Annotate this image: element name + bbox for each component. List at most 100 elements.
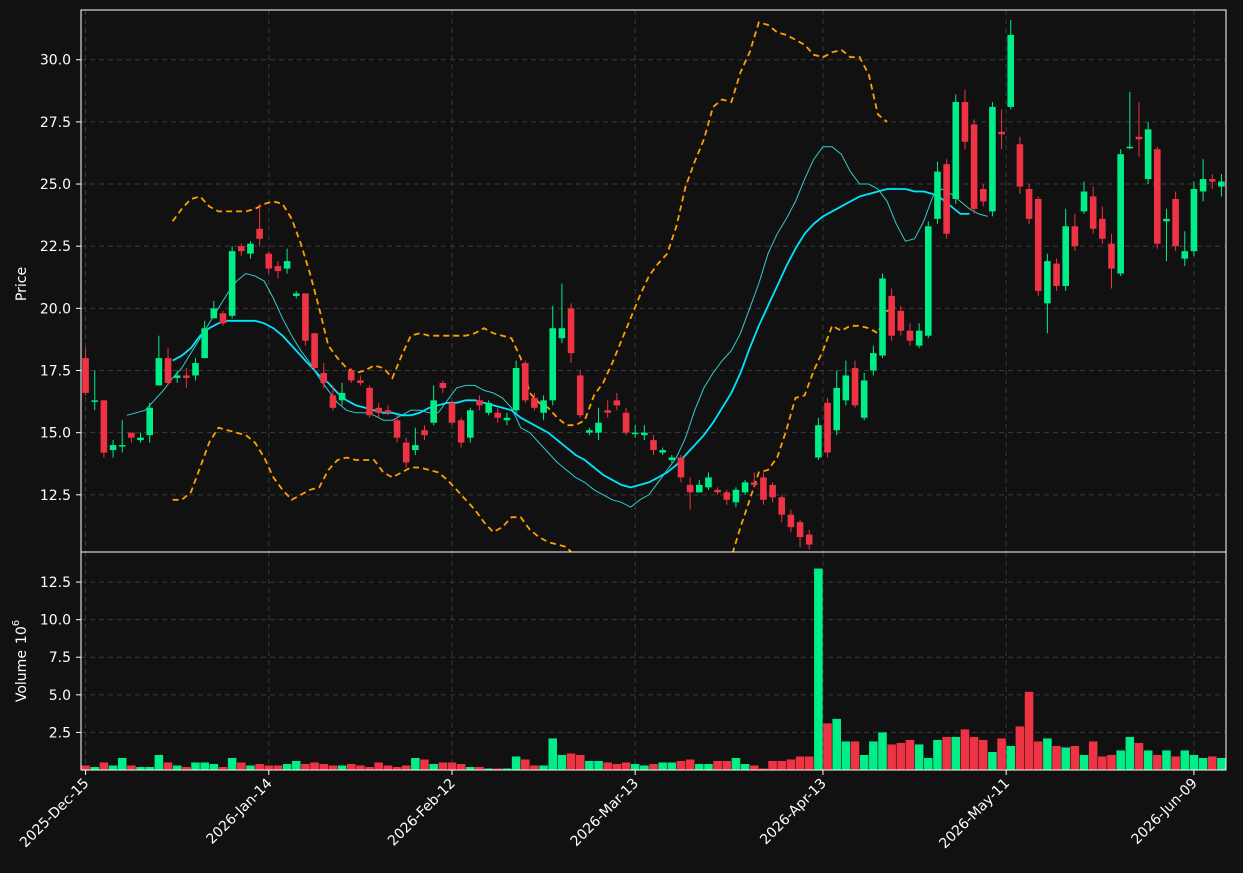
candle (943, 159, 950, 239)
volume-bar (200, 762, 209, 770)
candle-body (128, 432, 135, 438)
volume-bar (695, 763, 704, 770)
volume-bar (814, 568, 823, 770)
candle (888, 288, 895, 341)
volume-bar (960, 729, 970, 770)
volume-tick-label: 12.5 (40, 575, 71, 591)
candle (302, 293, 309, 346)
candle-body (118, 445, 126, 447)
volume-bar (1088, 741, 1098, 770)
candle-body (805, 534, 813, 545)
candle (366, 385, 373, 418)
price-tick-label: 27.5 (40, 115, 71, 131)
candle-body (943, 164, 950, 234)
candle-body (1199, 179, 1207, 192)
volume-bar (1116, 750, 1125, 770)
candle-body (1108, 243, 1115, 269)
candle-body (439, 382, 447, 388)
candle-body (201, 328, 208, 359)
candle-body (1099, 218, 1106, 239)
candle (576, 370, 584, 418)
candle-body (549, 328, 557, 401)
candle-body (457, 420, 465, 443)
price-axis-title: Price (14, 267, 30, 301)
candle-body (604, 410, 611, 413)
candle (1117, 149, 1124, 277)
candle-body (183, 375, 190, 378)
candle (1025, 184, 1033, 224)
volume-bar (685, 759, 695, 770)
volume-bar (1134, 742, 1144, 770)
candle (448, 400, 456, 426)
volume-bar (520, 759, 530, 770)
candle-body (302, 293, 309, 341)
volume-bar (887, 744, 896, 770)
candle (467, 407, 474, 443)
candle (1034, 196, 1042, 296)
candle (521, 360, 529, 403)
volume-bar (191, 762, 200, 770)
candle-body (91, 400, 99, 402)
volume-bar (447, 762, 457, 770)
volume-tick-label: 5.0 (49, 688, 71, 704)
volume-bar (978, 739, 988, 770)
candle (970, 119, 978, 214)
volume-bar (246, 765, 255, 770)
volume-bar (1107, 754, 1116, 770)
candle-body (879, 278, 886, 356)
volume-bar (530, 765, 539, 770)
candle-body (1117, 154, 1124, 274)
volume-bar (594, 760, 603, 770)
volume-bar (291, 760, 301, 770)
candle-body (494, 412, 502, 418)
candle-body (1126, 146, 1134, 149)
candle-body (824, 402, 831, 453)
candle-body (979, 189, 987, 202)
price-tick-label: 17.5 (40, 364, 71, 380)
candle-body (714, 489, 721, 493)
candle-body (531, 397, 538, 408)
candle-body (329, 395, 337, 408)
candle-body (576, 375, 584, 416)
volume-bar (731, 757, 741, 770)
candle-body (778, 497, 786, 515)
volume-bar (264, 765, 274, 770)
candle-body (155, 358, 163, 386)
volume-bar (237, 762, 246, 770)
candle-body (82, 358, 89, 393)
volume-bar (420, 759, 429, 770)
volume-axis-exponent-base: 10 (14, 626, 30, 644)
volume-bar (356, 765, 365, 770)
volume-bar (612, 763, 622, 770)
volume-bar (768, 760, 777, 770)
volume-bar (713, 760, 722, 770)
candle-body (164, 358, 172, 383)
volume-axis-label: Volume (14, 650, 30, 702)
candle-body (137, 437, 144, 441)
volume-bar (163, 762, 173, 770)
volume-tick-label: 7.5 (49, 650, 71, 666)
candle-body (750, 482, 758, 485)
candle-body (1163, 218, 1170, 222)
candle-body (421, 430, 428, 436)
candle-body (384, 410, 392, 413)
volume-bar (869, 741, 878, 770)
volume-bar (933, 739, 942, 770)
volume-bar (209, 763, 219, 770)
volume-bar (997, 738, 1006, 770)
candle-body (842, 375, 850, 401)
volume-bar (1006, 745, 1016, 770)
volume-bar (1162, 750, 1171, 770)
candle-body (659, 450, 666, 453)
candle-body (686, 484, 694, 493)
candle-body (1154, 149, 1161, 244)
candle-body (787, 514, 795, 528)
candle (989, 101, 996, 217)
candle (879, 273, 886, 359)
volume-bar (1171, 756, 1180, 770)
volume-bar (905, 739, 915, 770)
candle (1154, 146, 1161, 249)
price-tick-label: 25.0 (40, 177, 71, 193)
volume-bar (127, 765, 136, 770)
volume-bar (575, 754, 585, 770)
